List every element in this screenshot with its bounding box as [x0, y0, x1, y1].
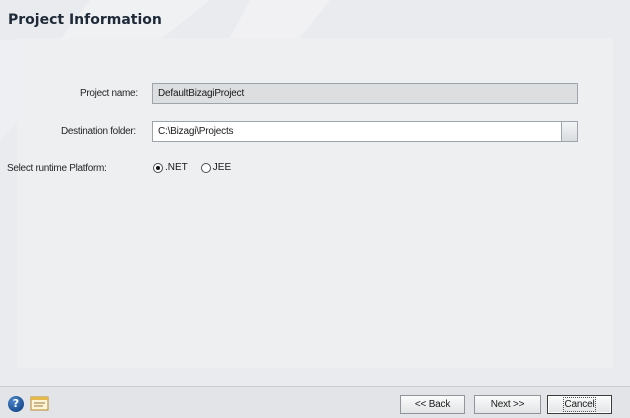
next-button[interactable]: Next >>	[474, 395, 541, 414]
radio-dotnet[interactable]: .NET	[153, 162, 188, 173]
destination-folder-label: Destination folder:	[61, 126, 136, 137]
runtime-platform-radio-group: .NET JEE	[153, 162, 238, 173]
back-button[interactable]: << Back	[400, 395, 465, 414]
document-icon[interactable]	[30, 396, 50, 412]
destination-folder-field[interactable]: C:\Bizagi\Projects	[152, 121, 562, 142]
cancel-button[interactable]: Cancel	[547, 395, 612, 414]
runtime-platform-label: Select runtime Platform:	[7, 163, 107, 174]
radio-jee[interactable]: JEE	[200, 162, 232, 173]
radio-dotnet-indicator[interactable]	[153, 162, 163, 173]
page-title: Project Information	[8, 12, 162, 28]
help-icon[interactable]: ?	[8, 396, 24, 412]
project-name-field[interactable]: DefaultBizagiProject	[152, 83, 578, 104]
radio-jee-indicator[interactable]	[200, 162, 211, 173]
radio-jee-label: JEE	[212, 162, 232, 173]
cancel-button-label: Cancel	[562, 397, 597, 412]
project-name-label: Project name:	[80, 88, 138, 99]
browse-button[interactable]	[561, 121, 578, 142]
radio-dotnet-label: .NET	[165, 162, 188, 173]
